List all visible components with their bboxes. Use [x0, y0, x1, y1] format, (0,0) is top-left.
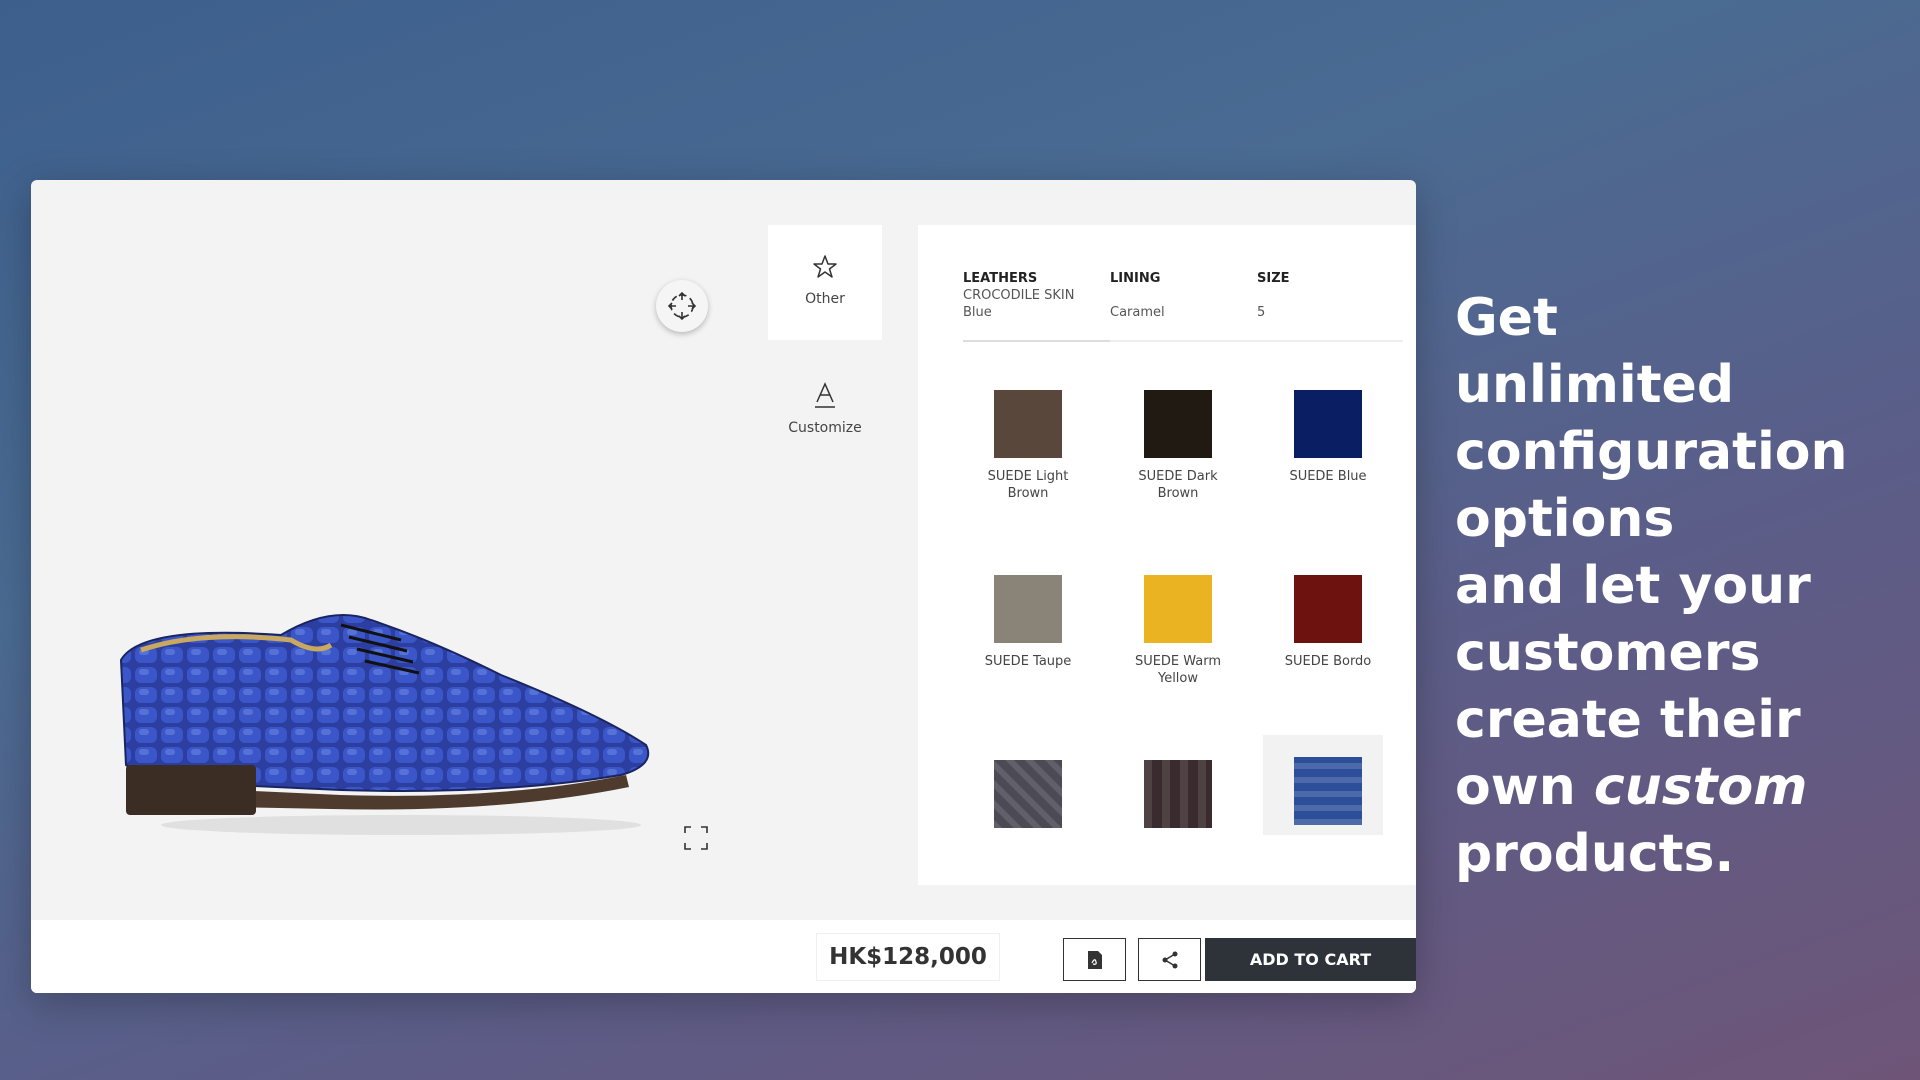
- swatch-chip: [994, 760, 1062, 828]
- pdf-icon: [1087, 950, 1102, 969]
- tab-lining-value: Caramel: [1110, 305, 1165, 320]
- rotate-3d-icon: [667, 291, 697, 321]
- headline-own: own: [1455, 757, 1594, 817]
- tab-size-value-1: [1257, 287, 1397, 304]
- category-divider: [963, 340, 1403, 342]
- swatch-label: SUEDE Taupe: [984, 654, 1072, 669]
- rotate-3d-button[interactable]: [656, 280, 708, 332]
- headline-line: products.: [1455, 824, 1735, 884]
- tab-size[interactable]: SIZE 5: [1257, 270, 1397, 321]
- active-tab-indicator: [963, 340, 1110, 342]
- tab-leathers-title: LEATHERS: [963, 271, 1038, 286]
- headline-line: configuration: [1455, 422, 1848, 482]
- headline-line-own: own custom: [1455, 754, 1915, 821]
- product-viewer: Other Customize LEATHERS CROCODILE SKIN …: [31, 180, 1416, 920]
- tab-leathers[interactable]: LEATHERS CROCODILE SKIN Blue: [963, 270, 1103, 321]
- shoe-image[interactable]: [81, 445, 671, 875]
- tab-lining-value-1: [1110, 287, 1250, 304]
- headline-line: customers: [1455, 623, 1761, 683]
- pdf-download-button[interactable]: [1063, 938, 1126, 981]
- swatch-chip: [994, 575, 1062, 643]
- add-to-cart-button[interactable]: ADD TO CART: [1205, 938, 1416, 981]
- share-button[interactable]: [1138, 938, 1201, 981]
- fullscreen-icon: [684, 826, 708, 850]
- swatch-croc-brown[interactable]: [1113, 735, 1243, 885]
- headline-line: and let your: [1455, 556, 1811, 616]
- tab-leathers-value-2: Blue: [963, 305, 992, 320]
- swatch-croc-grey[interactable]: [963, 735, 1093, 885]
- swatch-chip: [1144, 390, 1212, 458]
- fullscreen-button[interactable]: [681, 823, 711, 853]
- swatch-chip: [1144, 575, 1212, 643]
- tab-size-value: 5: [1257, 305, 1266, 320]
- price-display: HK$128,000: [816, 933, 1000, 981]
- swatch-chip: [1294, 390, 1362, 458]
- swatch-label: SUEDE Light Brown: [987, 469, 1069, 501]
- headline-line: unlimited: [1455, 355, 1735, 415]
- tab-size-title: SIZE: [1257, 271, 1290, 286]
- footer-bar: HK$128,000 ADD TO CART: [31, 920, 1416, 993]
- swatch-chip: [1294, 575, 1362, 643]
- swatch-suede-taupe[interactable]: SUEDE Taupe: [963, 550, 1093, 720]
- swatch-label: SUEDE Dark Brown: [1138, 469, 1218, 501]
- swatch-chip: [994, 390, 1062, 458]
- tab-lining[interactable]: LINING Caramel: [1110, 270, 1250, 321]
- share-icon: [1162, 951, 1177, 968]
- category-tabs: LEATHERS CROCODILE SKIN Blue LINING Cara…: [963, 270, 1403, 340]
- swatch-label: SUEDE Blue: [1289, 469, 1367, 484]
- swatch-suede-warm-yellow[interactable]: SUEDE Warm Yellow: [1113, 550, 1243, 720]
- tab-leathers-value: CROCODILE SKIN: [963, 288, 1075, 303]
- tab-lining-title: LINING: [1110, 271, 1161, 286]
- swatch-suede-light-brown[interactable]: SUEDE Light Brown: [963, 365, 1093, 535]
- swatch-chip: [1294, 757, 1362, 825]
- star-icon: [813, 255, 837, 278]
- swatch-suede-bordo[interactable]: SUEDE Bordo: [1263, 550, 1383, 720]
- tab-customize[interactable]: Customize: [768, 352, 882, 462]
- swatch-label: SUEDE Bordo: [1284, 654, 1372, 669]
- headline-line: create their: [1455, 690, 1801, 750]
- configurator-window: Other Customize LEATHERS CROCODILE SKIN …: [31, 180, 1416, 993]
- headline-line: options: [1455, 489, 1675, 549]
- swatch-suede-blue[interactable]: SUEDE Blue: [1263, 365, 1383, 535]
- swatch-grid: SUEDE Light Brown SUEDE Dark Brown SUEDE…: [963, 365, 1383, 885]
- tab-other[interactable]: Other: [768, 225, 882, 340]
- tab-customize-label: Customize: [788, 420, 862, 436]
- swatch-label: SUEDE Warm Yellow: [1134, 654, 1222, 686]
- headline-custom: custom: [1593, 757, 1808, 817]
- marketing-headline: Get unlimited configuration options and …: [1455, 285, 1915, 888]
- swatch-suede-dark-brown[interactable]: SUEDE Dark Brown: [1113, 365, 1243, 535]
- text-a-icon: [815, 382, 835, 408]
- swatch-croc-blue-selected[interactable]: [1263, 735, 1383, 835]
- swatch-chip: [1144, 760, 1212, 828]
- headline-line: Get: [1455, 288, 1558, 348]
- tab-other-label: Other: [805, 291, 845, 307]
- options-panel: LEATHERS CROCODILE SKIN Blue LINING Cara…: [918, 225, 1416, 885]
